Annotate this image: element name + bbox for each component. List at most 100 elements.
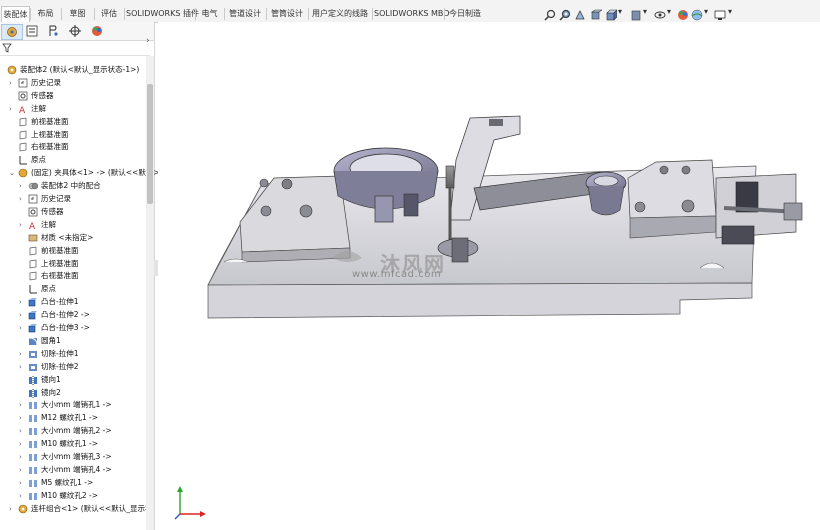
tree-item[interactable]: › 切除-拉伸1 — [0, 348, 146, 361]
expand-arrow-icon[interactable]: › — [19, 479, 25, 488]
tab-3[interactable]: 评估 — [96, 7, 122, 21]
expand-arrow-icon[interactable]: › — [19, 466, 25, 475]
expand-arrow-icon[interactable]: › — [19, 492, 25, 501]
expand-arrow-icon[interactable]: › — [19, 350, 25, 359]
tree-item[interactable]: 传感器 — [0, 90, 146, 103]
tree-item[interactable]: 传感器 — [0, 206, 146, 219]
tree-item[interactable]: › 凸台-拉伸2 -> — [0, 309, 146, 322]
zoom-to-fit-icon[interactable] — [544, 9, 556, 21]
collapse-arrow-icon[interactable]: ⌄ — [9, 169, 15, 178]
hide-show-icon[interactable] — [654, 9, 666, 21]
filter-icon[interactable] — [2, 43, 12, 53]
tree-item[interactable]: › 凸台-拉伸1 — [0, 296, 146, 309]
configuration-manager-icon[interactable] — [43, 24, 63, 38]
expand-arrow-icon[interactable]: › — [19, 298, 25, 307]
tree-item[interactable]: 装配体2 (默认<默认_显示状态-1>) — [0, 64, 146, 77]
tree-item[interactable]: › M10 螺纹孔1 -> — [0, 438, 146, 451]
section-view-icon[interactable] — [590, 9, 602, 21]
tab-5[interactable]: 电气 — [197, 7, 222, 21]
display-manager-icon[interactable] — [87, 24, 107, 38]
property-manager-icon[interactable] — [22, 24, 42, 38]
material-icon — [28, 234, 38, 241]
tree-item-label: 传感器 — [41, 206, 64, 216]
expand-arrow-icon[interactable]: › — [19, 324, 25, 333]
tree-item[interactable]: › A 注解 — [0, 103, 146, 116]
expand-arrow-icon[interactable]: › — [19, 453, 25, 462]
expand-arrow-icon[interactable]: › — [9, 79, 15, 88]
tree-item[interactable]: 上视基准面 — [0, 258, 146, 271]
fixture-3d-model[interactable] — [158, 22, 820, 530]
tab-2[interactable]: 草图 — [63, 7, 92, 21]
tree-item[interactable]: › 凸台-拉伸3 -> — [0, 322, 146, 335]
tree-filter[interactable] — [0, 41, 150, 56]
tree-item[interactable]: 前视基准面 — [0, 116, 146, 129]
tree-item[interactable]: 前视基准面 — [0, 245, 146, 258]
tree-scrollbar-thumb[interactable] — [147, 84, 153, 204]
tab-separator — [372, 8, 373, 20]
display-style-icon[interactable] — [630, 9, 642, 21]
tree-item[interactable]: 材质 <未指定> — [0, 232, 146, 245]
tab-8[interactable]: 用户定义的线路 — [310, 7, 370, 21]
feature-manager-panel: › 装配体2 (默认<默认_显示状态-1>) › 历史记录 传感器 › A 注解 前视基准面上… — [0, 22, 171, 530]
tree-item[interactable]: › 大小mm 端销孔2 -> — [0, 425, 146, 438]
tree-item-label: 原点 — [41, 284, 56, 294]
tree-item-label: 连杆组合<1> (默认<<默认_显示状 — [31, 503, 153, 513]
view-settings-dropdown-icon[interactable]: ▾ — [728, 5, 732, 19]
tree-item[interactable]: 右视基准面 — [0, 270, 146, 283]
tree-item[interactable]: › A 注解 — [0, 219, 146, 232]
previous-view-icon[interactable] — [574, 9, 586, 21]
expand-arrow-icon[interactable]: › — [19, 221, 25, 230]
view-orientation-icon[interactable] — [605, 9, 617, 21]
tree-item[interactable]: ⌄ (固定) 夹具体<1> -> (默认<<默认>_显 — [0, 167, 171, 180]
tab-6[interactable]: 管道设计 — [226, 7, 264, 21]
tree-item[interactable]: 原点 — [0, 154, 146, 167]
tree-item[interactable]: 上视基准面 — [0, 129, 146, 142]
feature-manager-icon[interactable] — [1, 24, 23, 40]
view-orientation-dropdown-icon[interactable]: ▾ — [618, 5, 622, 19]
tab-4[interactable]: SOLIDWORKS 插件 — [126, 7, 199, 21]
tab-10[interactable]: 今日制造 — [446, 7, 484, 21]
dimxpert-icon[interactable] — [65, 24, 85, 38]
tree-item[interactable]: › 历史记录 — [0, 193, 146, 206]
tree-item-label: 大小mm 端销孔3 -> — [41, 452, 112, 461]
tree-item[interactable]: › 切除-拉伸2 — [0, 361, 146, 374]
plane-icon — [19, 142, 27, 152]
tree-item[interactable]: › 装配体2 中的配合 — [0, 180, 146, 193]
tree-item[interactable]: › M10 螺纹孔2 -> — [0, 490, 146, 503]
view-settings-icon[interactable] — [714, 9, 726, 21]
tab-0[interactable]: 装配体 — [1, 6, 30, 23]
expand-arrow-icon[interactable]: › — [19, 195, 25, 204]
tree-item[interactable]: › 大小mm 端销孔3 -> — [0, 451, 146, 464]
tree-item[interactable]: 右视基准面 — [0, 141, 146, 154]
appearance-icon[interactable] — [677, 9, 689, 21]
tree-item[interactable]: 镜向2 — [0, 387, 146, 400]
tab-9[interactable]: SOLIDWORKS MBD — [374, 7, 450, 21]
expand-arrow-icon[interactable]: › — [19, 363, 25, 372]
expand-arrow-icon[interactable]: › — [19, 311, 25, 320]
tree-item[interactable]: › 历史记录 — [0, 77, 146, 90]
scene-dropdown-icon[interactable]: ▾ — [704, 5, 708, 19]
tab-1[interactable]: 布局 — [32, 7, 59, 21]
tree-item[interactable]: 原点 — [0, 283, 146, 296]
scene-icon[interactable] — [691, 9, 703, 21]
expand-arrow-icon[interactable]: › — [19, 182, 25, 191]
expand-arrow-icon[interactable]: › — [19, 414, 25, 423]
tab-7[interactable]: 管筒设计 — [268, 7, 306, 21]
graphics-area[interactable] — [158, 22, 820, 530]
zoom-area-icon[interactable] — [559, 9, 571, 21]
tree-item[interactable]: › M5 螺纹孔1 -> — [0, 477, 146, 490]
tree-item[interactable]: › M12 螺纹孔1 -> — [0, 412, 146, 425]
expand-arrow-icon[interactable]: › — [19, 427, 25, 436]
display-style-dropdown-icon[interactable]: ▾ — [643, 5, 647, 19]
expand-arrow-icon[interactable]: › — [19, 401, 25, 410]
expand-arrow-icon[interactable]: › — [9, 505, 15, 514]
tree-item[interactable]: 圆角1 — [0, 335, 146, 348]
tree-item[interactable]: › 大小mm 端销孔1 -> — [0, 399, 146, 412]
tree-item[interactable]: › 大小mm 端销孔4 -> — [0, 464, 146, 477]
tree-item[interactable]: › 连杆组合<1> (默认<<默认_显示状 — [0, 503, 152, 516]
tab-separator — [30, 8, 31, 20]
hide-show-dropdown-icon[interactable]: ▾ — [667, 5, 671, 19]
expand-arrow-icon[interactable]: › — [19, 440, 25, 449]
expand-arrow-icon[interactable]: › — [9, 105, 15, 114]
tree-item[interactable]: 镜向1 — [0, 374, 146, 387]
